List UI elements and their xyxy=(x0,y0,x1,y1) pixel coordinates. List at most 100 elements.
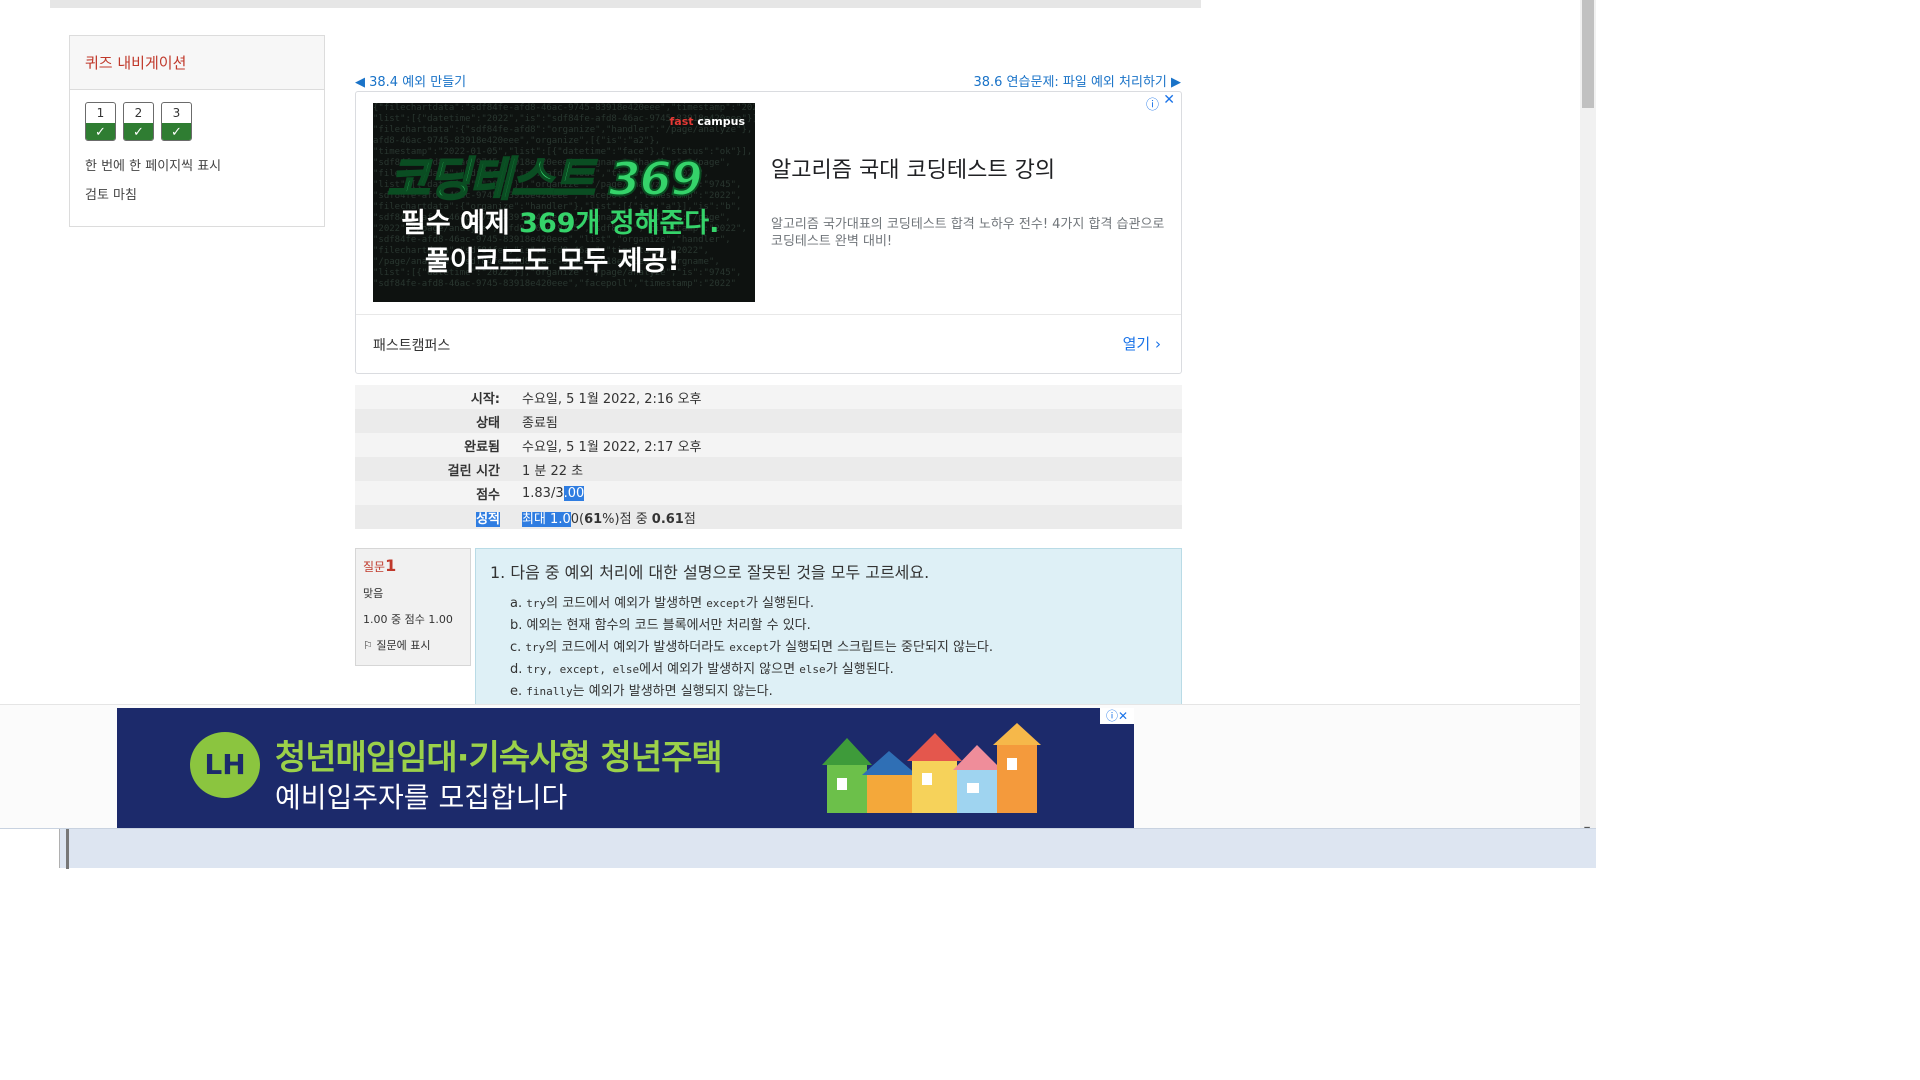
ad-subtext-1: 필수 예제 369개 정해준다. xyxy=(401,201,719,240)
grade-value-part: %)점 중 xyxy=(602,511,652,527)
answer-option[interactable]: c. try의 코드에서 예외가 발생하더라도 except가 실행되면 스크립… xyxy=(510,637,1167,659)
question-info-panel: 질문1 맞음 1.00 중 점수 1.00 ⚐ 질문에 표시 xyxy=(355,548,471,666)
option-letter: a. xyxy=(510,596,523,611)
show-one-page-link[interactable]: 한 번에 한 페이지씩 표시 xyxy=(70,155,324,174)
summary-value: 1 분 22 초 xyxy=(522,463,584,479)
bottom-panel-input[interactable] xyxy=(0,829,60,868)
ad-brand-prefix: fast xyxy=(669,115,694,128)
grade-percent: 61 xyxy=(584,511,603,527)
option-text: 는 예외가 발생하면 실행되지 않는다. xyxy=(572,684,773,699)
grade-value-selected: 최대 1.0 xyxy=(522,511,571,527)
option-letter: c. xyxy=(510,640,522,655)
question-nav-number: 1 xyxy=(96,106,105,120)
quiz-navigation-block: 퀴즈 내비게이션 1 ✓ 2 ✓ 3 ✓ 한 번에 한 페이지씩 표시 검토 마… xyxy=(69,35,325,227)
answer-option[interactable]: b. 예외는 현재 함수의 코드 블록에서만 처리할 수 있다. xyxy=(510,615,1167,637)
option-code: finally xyxy=(526,685,573,698)
answer-option[interactable]: d. try, except, else에서 예외가 발생하지 않으면 else… xyxy=(510,659,1167,681)
option-text: 가 실행된다. xyxy=(825,662,894,677)
houses-illustration xyxy=(822,723,1041,813)
option-text: 의 코드에서 예외가 발생하더라도 xyxy=(545,640,730,655)
answer-option[interactable]: a. try의 코드에서 예외가 발생하면 except가 실행된다. xyxy=(510,593,1167,615)
option-code: try, except, else xyxy=(526,663,640,676)
summary-label: 성적 xyxy=(355,508,510,527)
option-code: except xyxy=(706,597,746,610)
ad-subtext-2: 풀이코드도 모두 제공! xyxy=(425,246,680,277)
option-letter: b. xyxy=(510,618,523,633)
bottom-banner-ad[interactable]: LH 청년매입임대·기숙사형 청년주택 예비입주자를 모집합니다 ⓘ✕ xyxy=(117,708,1134,835)
question-nav-button-2[interactable]: 2 ✓ xyxy=(123,102,154,141)
question-number-value: 1 xyxy=(385,556,397,575)
quiz-navigation-header: 퀴즈 내비게이션 xyxy=(70,36,324,90)
ad-info-icon[interactable]: ⓘ xyxy=(1146,94,1159,113)
top-divider-bar xyxy=(50,0,1201,8)
summary-label: 점수 xyxy=(476,487,500,503)
option-code: try xyxy=(525,641,546,654)
quiz-navigation-title: 퀴즈 내비게이션 xyxy=(85,54,187,72)
question-text: 1. 다음 중 예외 처리에 대한 설명으로 잘못된 것을 모두 고르세요. xyxy=(490,563,930,582)
question-nav-buttons: 1 ✓ 2 ✓ 3 ✓ xyxy=(70,90,324,141)
summary-label: 시작: xyxy=(470,391,500,407)
bottom-panel-bar xyxy=(0,828,1596,869)
flag-question-link[interactable]: ⚐ 질문에 표시 xyxy=(363,637,463,653)
summary-value: 종료됨 xyxy=(522,415,558,431)
question-body: 1. 다음 중 예외 처리에 대한 설명으로 잘못된 것을 모두 고르세요. a… xyxy=(475,548,1182,708)
answer-options: a. try의 코드에서 예외가 발생하면 except가 실행된다. b. 예… xyxy=(490,593,1167,703)
summary-row: 걸린 시간 1 분 22 초 xyxy=(355,457,1182,481)
finish-review-link[interactable]: 검토 마침 xyxy=(70,184,324,203)
scrollbar-thumb[interactable] xyxy=(1582,0,1594,108)
quiz-summary-table: 시작: 수요일, 5 1월 2022, 2:16 오후 상태 종료됨 완료됨 수… xyxy=(355,385,1182,529)
option-letter: e. xyxy=(510,684,523,699)
question-nav-button-1[interactable]: 1 ✓ xyxy=(85,102,116,141)
score-value: 1.83/3.00 xyxy=(510,485,585,501)
option-code: try xyxy=(526,597,547,610)
lh-logo: LH xyxy=(190,732,260,798)
option-text: 의 코드에서 예외가 발생하면 xyxy=(546,596,707,611)
ad-subtext-1-highlight: 369개 정해준다. xyxy=(519,208,720,239)
check-icon: ✓ xyxy=(124,123,153,140)
summary-value: 수요일, 5 1월 2022, 2:16 오후 xyxy=(522,391,702,407)
grade-score: 0.61 xyxy=(651,511,684,527)
summary-row-score: 점수 1.83/3.00 xyxy=(355,481,1182,505)
bottom-ad-title: 청년매입임대·기숙사형 청년주택 xyxy=(275,738,723,778)
question-nav-button-3[interactable]: 3 ✓ xyxy=(161,102,192,141)
display-ad[interactable]: {"filechartdata":"sdf84fe-afd8-46ac-9745… xyxy=(355,91,1182,374)
ad-open-button[interactable]: 열기 › xyxy=(1123,333,1161,354)
vertical-scrollbar[interactable]: ▼ xyxy=(1580,0,1596,838)
option-code: else xyxy=(799,663,826,676)
next-activity-link[interactable]: 38.6 연습문제: 파일 예외 처리하기 ▶ xyxy=(973,71,1181,90)
question-nav-number: 3 xyxy=(172,106,181,120)
question-status: 맞음 xyxy=(363,587,384,600)
grade-value-part: 점 xyxy=(683,511,696,527)
bottom-ad-close-icon[interactable]: ⓘ✕ xyxy=(1100,708,1134,724)
summary-label: 걸린 시간 xyxy=(447,463,500,479)
flag-icon: ⚐ xyxy=(363,639,377,652)
score-value-selected: .00 xyxy=(563,485,585,501)
ad-close-icon[interactable]: ✕ xyxy=(1163,92,1175,108)
summary-value: 수요일, 5 1월 2022, 2:17 오후 xyxy=(522,439,702,455)
ad-footer: 패스트캠퍼스 열기 › xyxy=(356,314,1181,374)
option-code: except xyxy=(729,641,770,654)
ad-image[interactable]: {"filechartdata":"sdf84fe-afd8-46ac-9745… xyxy=(373,103,755,302)
bottom-ad-container: LH 청년매입임대·기숙사형 청년주택 예비입주자를 모집합니다 ⓘ✕ xyxy=(0,704,1596,838)
question-number: 질문1 xyxy=(363,556,463,575)
grade-value-part: 0( xyxy=(570,511,585,527)
activity-navigation: ◀ 38.4 예외 만들기 38.6 연습문제: 파일 예외 처리하기 ▶ xyxy=(355,71,1181,90)
score-value-part: 1.83/3 xyxy=(522,485,564,501)
ad-brand-suffix: campus xyxy=(693,115,745,128)
prev-activity-link[interactable]: ◀ 38.4 예외 만들기 xyxy=(355,71,466,90)
bottom-panel-divider[interactable] xyxy=(66,829,69,869)
summary-label: 완료됨 xyxy=(464,439,500,455)
bottom-ad-subtitle: 예비입주자를 모집합니다 xyxy=(275,781,568,814)
question-score: 1.00 중 점수 1.00 xyxy=(363,613,453,626)
option-text: 가 실행된다. xyxy=(745,596,815,611)
ad-brand-logo: fast campus xyxy=(669,115,745,128)
answer-option[interactable]: e. finally는 예외가 발생하면 실행되지 않는다. xyxy=(510,681,1167,703)
option-text: 예외는 현재 함수의 코드 블록에서만 처리할 수 있다. xyxy=(526,618,811,633)
browser-viewport: 퀴즈 내비게이션 1 ✓ 2 ✓ 3 ✓ 한 번에 한 페이지씩 표시 검토 마… xyxy=(0,0,1596,838)
flag-question-label: 질문에 표시 xyxy=(376,639,431,652)
check-icon: ✓ xyxy=(162,123,191,140)
ad-headline[interactable]: 알고리즘 국대 코딩테스트 강의 xyxy=(771,152,1055,184)
option-letter: d. xyxy=(510,662,523,677)
option-text: 에서 예외가 발생하지 않으면 xyxy=(639,662,800,677)
question-nav-number: 2 xyxy=(134,106,143,120)
